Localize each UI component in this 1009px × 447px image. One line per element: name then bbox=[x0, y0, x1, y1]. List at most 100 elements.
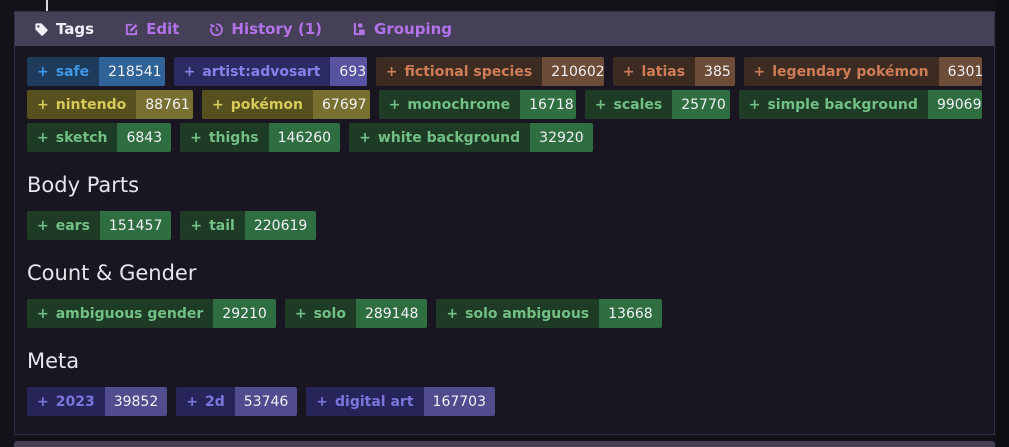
add-tag-plus[interactable]: + bbox=[212, 97, 224, 113]
add-tag-plus[interactable]: + bbox=[316, 394, 328, 410]
tag-solo-ambiguous: + solo ambiguous 13668 bbox=[436, 299, 662, 328]
add-tag-plus[interactable]: + bbox=[190, 218, 202, 234]
tag-link[interactable]: + safe bbox=[27, 57, 100, 86]
tag-label: tail bbox=[209, 217, 235, 234]
add-tag-plus[interactable]: + bbox=[186, 394, 198, 410]
tag-label: scales bbox=[613, 96, 663, 113]
tag-label: legendary pokémon bbox=[772, 63, 929, 80]
next-section-header[interactable] bbox=[14, 441, 995, 447]
tag-count: 220619 bbox=[244, 211, 317, 240]
tag-white-background: + white background 32920 bbox=[349, 123, 593, 152]
tag-count: 88761 bbox=[136, 90, 194, 119]
section-heading: Body Parts bbox=[27, 173, 140, 197]
tag-tail: + tail 220619 bbox=[180, 211, 317, 240]
tabbar: Tags Edit History (1) Grouping bbox=[15, 12, 994, 46]
tag-label: white background bbox=[377, 129, 521, 146]
add-tag-plus[interactable]: + bbox=[754, 64, 766, 80]
tag-count: 25770 bbox=[672, 90, 730, 119]
tab-tags[interactable]: Tags bbox=[34, 20, 94, 38]
tag-label: nintendo bbox=[55, 96, 127, 113]
tag-link[interactable]: + nintendo bbox=[27, 90, 137, 119]
tag-2023: +2023 39852 bbox=[27, 387, 168, 416]
tag-count: 53746 bbox=[234, 387, 298, 416]
tag-thighs: + thighs 146260 bbox=[180, 123, 341, 152]
tag-ambiguous-gender: + ambiguous gender 29210 bbox=[27, 299, 276, 328]
add-tag-plus[interactable]: + bbox=[595, 97, 607, 113]
tag-icon bbox=[34, 22, 49, 37]
tag-link[interactable]: + ears bbox=[27, 211, 100, 240]
tag-count: 289148 bbox=[355, 299, 428, 328]
tab-label: History (1) bbox=[231, 20, 323, 38]
tag-link[interactable]: + thighs bbox=[180, 123, 269, 152]
tag-label: ambiguous gender bbox=[55, 305, 204, 322]
tag-row: + safe 218541 + artist:advosart 693 + fictional… bbox=[27, 57, 982, 86]
tag-row: +2023 39852 +2d 53746 + digital art 167703 bbox=[27, 387, 982, 416]
add-tag-plus[interactable]: + bbox=[37, 218, 49, 234]
tag-link[interactable]: + pokémon bbox=[202, 90, 313, 119]
add-tag-plus[interactable]: + bbox=[37, 64, 49, 80]
tag-section: + safe 218541 + artist:advosart 693 + fictional… bbox=[27, 57, 982, 152]
tag-link[interactable]: + latias bbox=[612, 57, 696, 86]
add-tag-plus[interactable]: + bbox=[37, 97, 49, 113]
add-tag-plus[interactable]: + bbox=[37, 394, 49, 410]
add-tag-plus[interactable]: + bbox=[184, 64, 196, 80]
tag-section-body-parts: Body Parts + ears 151457 + tail 220619 bbox=[27, 173, 982, 240]
tab-grouping[interactable]: Grouping bbox=[352, 20, 452, 38]
tag-row: + sketch 6843 + thighs 146260 + white backgroun… bbox=[27, 123, 982, 152]
tag-link[interactable]: + monochrome bbox=[378, 90, 521, 119]
add-tag-plus[interactable]: + bbox=[37, 130, 49, 146]
tag-link[interactable]: + legendary pokémon bbox=[743, 57, 939, 86]
add-tag-plus[interactable]: + bbox=[386, 64, 398, 80]
tag-count: 210602 bbox=[542, 57, 604, 86]
tab-edit[interactable]: Edit bbox=[124, 20, 179, 38]
tag-safe: + safe 218541 bbox=[27, 57, 165, 86]
tag-count: 693 bbox=[330, 57, 367, 86]
tag-link[interactable]: + sketch bbox=[27, 123, 118, 152]
tag-link[interactable]: + tail bbox=[180, 211, 245, 240]
tag-link[interactable]: + fictional species bbox=[375, 57, 543, 86]
add-tag-plus[interactable]: + bbox=[295, 306, 307, 322]
tag-count: 13668 bbox=[599, 299, 662, 328]
add-tag-plus[interactable]: + bbox=[37, 306, 49, 322]
tag-row: + ears 151457 + tail 220619 bbox=[27, 211, 982, 240]
tag-count: 218541 bbox=[99, 57, 165, 86]
add-tag-plus[interactable]: + bbox=[389, 97, 401, 113]
tag-link[interactable]: + solo bbox=[284, 299, 356, 328]
tag-link[interactable]: + digital art bbox=[306, 387, 424, 416]
tag-link[interactable]: + artist:advosart bbox=[173, 57, 331, 86]
tag-count: 16718 bbox=[520, 90, 576, 119]
tag-label: fictional species bbox=[404, 63, 533, 80]
tag-label: simple background bbox=[767, 96, 918, 113]
tag-label: ears bbox=[55, 217, 90, 234]
tag-2d: +2d 53746 bbox=[176, 387, 298, 416]
tag-link[interactable]: + ambiguous gender bbox=[27, 299, 214, 328]
add-tag-plus[interactable]: + bbox=[749, 97, 761, 113]
tag-label: solo bbox=[313, 305, 346, 322]
tag-link[interactable]: +2d bbox=[176, 387, 235, 416]
tag-sketch: + sketch 6843 bbox=[27, 123, 172, 152]
tag-label: monochrome bbox=[407, 96, 511, 113]
tag-link[interactable]: + scales bbox=[584, 90, 673, 119]
add-tag-plus[interactable]: + bbox=[359, 130, 371, 146]
tag-link[interactable]: +2023 bbox=[27, 387, 105, 416]
tag-link[interactable]: + simple background bbox=[738, 90, 928, 119]
tab-history-1[interactable]: History (1) bbox=[209, 20, 322, 38]
tag-link[interactable]: + white background bbox=[349, 123, 531, 152]
tags-panel: Tags Edit History (1) Grouping + safe 218541 +… bbox=[14, 11, 995, 435]
tag-nintendo: + nintendo 88761 bbox=[27, 90, 194, 119]
tag-artist-advosart: + artist:advosart 693 bbox=[173, 57, 367, 86]
add-tag-plus[interactable]: + bbox=[190, 130, 202, 146]
tag-label: thighs bbox=[208, 129, 259, 146]
tag-label: artist:advosart bbox=[202, 63, 321, 80]
tag-label: safe bbox=[55, 63, 90, 80]
tab-label: Grouping bbox=[374, 20, 453, 38]
tag-label: sketch bbox=[55, 129, 108, 146]
tag-section-count-gender: Count & Gender + ambiguous gender 29210 + sol… bbox=[27, 261, 982, 328]
add-tag-plus[interactable]: + bbox=[446, 306, 458, 322]
tag-label: pokémon bbox=[230, 96, 303, 113]
add-tag-plus[interactable]: + bbox=[623, 64, 635, 80]
tab-label: Tags bbox=[56, 20, 95, 38]
tag-count: 39852 bbox=[104, 387, 168, 416]
right-margin bbox=[996, 0, 1009, 447]
tag-link[interactable]: + solo ambiguous bbox=[436, 299, 600, 328]
